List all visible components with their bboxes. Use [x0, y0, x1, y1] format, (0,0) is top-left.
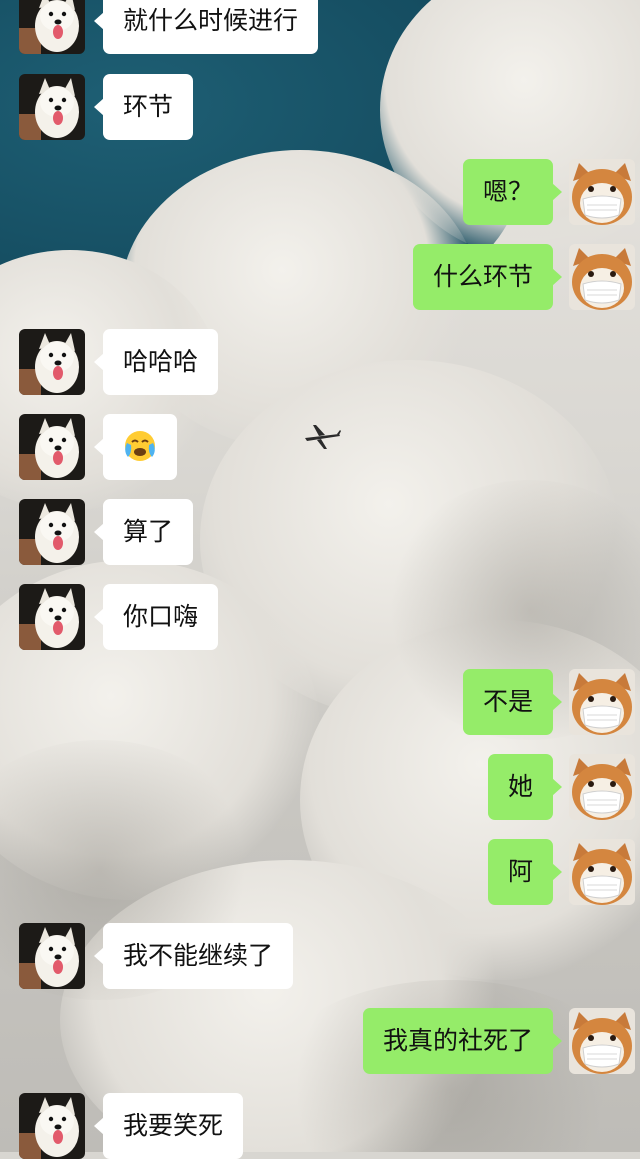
message-bubble[interactable]: 她	[487, 754, 563, 820]
message-bubble[interactable]: 我真的社死了	[362, 1008, 563, 1074]
message-row: 哈哈哈	[0, 329, 640, 395]
contact-avatar-samoyed[interactable]	[19, 0, 85, 54]
loudly-crying-face-icon	[125, 431, 155, 461]
message-bubble[interactable]: 你口嗨	[93, 584, 219, 650]
message-row: 就什么时候进行	[0, 0, 640, 54]
message-bubble[interactable]: 环节	[93, 74, 194, 140]
contact-avatar-samoyed[interactable]	[19, 499, 85, 565]
message-bubble[interactable]: 哈哈哈	[93, 329, 219, 395]
message-bubble[interactable]: 什么环节	[412, 244, 563, 310]
message-row: 我真的社死了	[0, 1008, 640, 1074]
message-row: 不是	[0, 669, 640, 735]
self-avatar-shiba[interactable]	[569, 669, 635, 735]
contact-avatar-samoyed[interactable]	[19, 923, 85, 989]
message-row: 嗯？	[0, 159, 640, 225]
message-bubble-emoji[interactable]	[94, 414, 177, 480]
contact-avatar-samoyed[interactable]	[19, 584, 85, 650]
message-bubble[interactable]: 阿	[487, 839, 563, 905]
message-list[interactable]: 就什么时候进行 环节 嗯？ 什么环节 哈哈哈 算了 你口嗨 不是 她 阿 我不能…	[0, 0, 640, 1159]
self-avatar-shiba[interactable]	[569, 244, 635, 310]
message-row: 阿	[0, 839, 640, 905]
message-bubble[interactable]: 嗯？	[462, 159, 563, 225]
message-bubble[interactable]: 就什么时候进行	[93, 0, 319, 54]
message-row	[0, 414, 640, 480]
message-row: 算了	[0, 499, 640, 565]
message-bubble[interactable]: 不是	[462, 669, 563, 735]
contact-avatar-samoyed[interactable]	[19, 414, 85, 480]
message-row: 什么环节	[0, 244, 640, 310]
message-row: 你口嗨	[0, 584, 640, 650]
contact-avatar-samoyed[interactable]	[19, 329, 85, 395]
self-avatar-shiba[interactable]	[569, 754, 635, 820]
message-bubble[interactable]: 算了	[93, 499, 194, 565]
message-bubble[interactable]: 我不能继续了	[93, 923, 294, 989]
message-row: 我要笑死	[0, 1093, 640, 1159]
contact-avatar-samoyed[interactable]	[19, 74, 85, 140]
self-avatar-shiba[interactable]	[569, 839, 635, 905]
self-avatar-shiba[interactable]	[569, 1008, 635, 1074]
contact-avatar-samoyed[interactable]	[19, 1093, 85, 1159]
message-row: 我不能继续了	[0, 923, 640, 989]
message-row: 她	[0, 754, 640, 820]
self-avatar-shiba[interactable]	[569, 159, 635, 225]
message-bubble[interactable]: 我要笑死	[93, 1093, 244, 1159]
message-row: 环节	[0, 74, 640, 140]
